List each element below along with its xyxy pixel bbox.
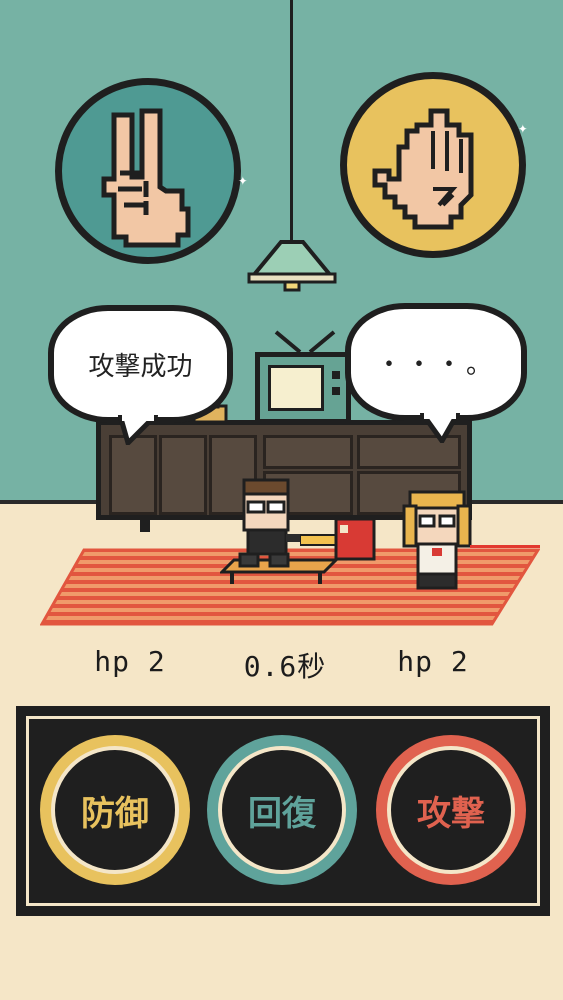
sparkle-icon: ✦ (518, 118, 528, 137)
cabinet-drawer (263, 435, 353, 469)
stats-bar: hp 2 0.6秒 hp 2 (0, 645, 563, 689)
heal-button[interactable]: 回復 (207, 735, 357, 885)
player-speech-bubble: 攻撃成功 (48, 305, 233, 423)
player-hand-badge (55, 78, 241, 264)
cabinet-leg (140, 518, 150, 532)
heal-button-label: 回復 (248, 793, 316, 834)
television (255, 352, 351, 424)
laser-beam (470, 545, 540, 548)
bubble-tail-icon (118, 415, 158, 445)
enemy-speech-text: ・・・。 (375, 349, 496, 380)
attack-button-label: 攻撃 (417, 793, 485, 834)
turn-timer: 0.6秒 (243, 650, 327, 683)
lamp-cord (290, 0, 293, 240)
enemy-hp: hp 2 (397, 645, 469, 678)
defend-button-label: 防御 (81, 793, 149, 834)
player-character (238, 478, 306, 568)
attack-button[interactable]: 攻撃 (376, 735, 526, 885)
defend-button[interactable]: 防御 (40, 735, 190, 885)
enemy-character (402, 490, 472, 590)
ceiling-lamp-icon (247, 240, 337, 292)
tv-screen (268, 365, 324, 411)
enemy-hand-badge (340, 72, 526, 258)
player-hp: hp 2 (94, 645, 166, 678)
tv-knob (332, 387, 340, 395)
paper-hand-icon (372, 108, 474, 230)
enemy-speech-bubble: ・・・。 (345, 303, 527, 421)
player-speech-text: 攻撃成功 (88, 351, 193, 382)
scissors-hand-icon (101, 108, 191, 248)
cabinet-door (109, 435, 157, 515)
attack-effect-icon (300, 517, 376, 561)
cabinet-door (159, 435, 207, 515)
sparkle-icon: ✦ (238, 170, 248, 189)
bubble-tail-icon (420, 413, 460, 443)
tv-knob (332, 371, 340, 379)
